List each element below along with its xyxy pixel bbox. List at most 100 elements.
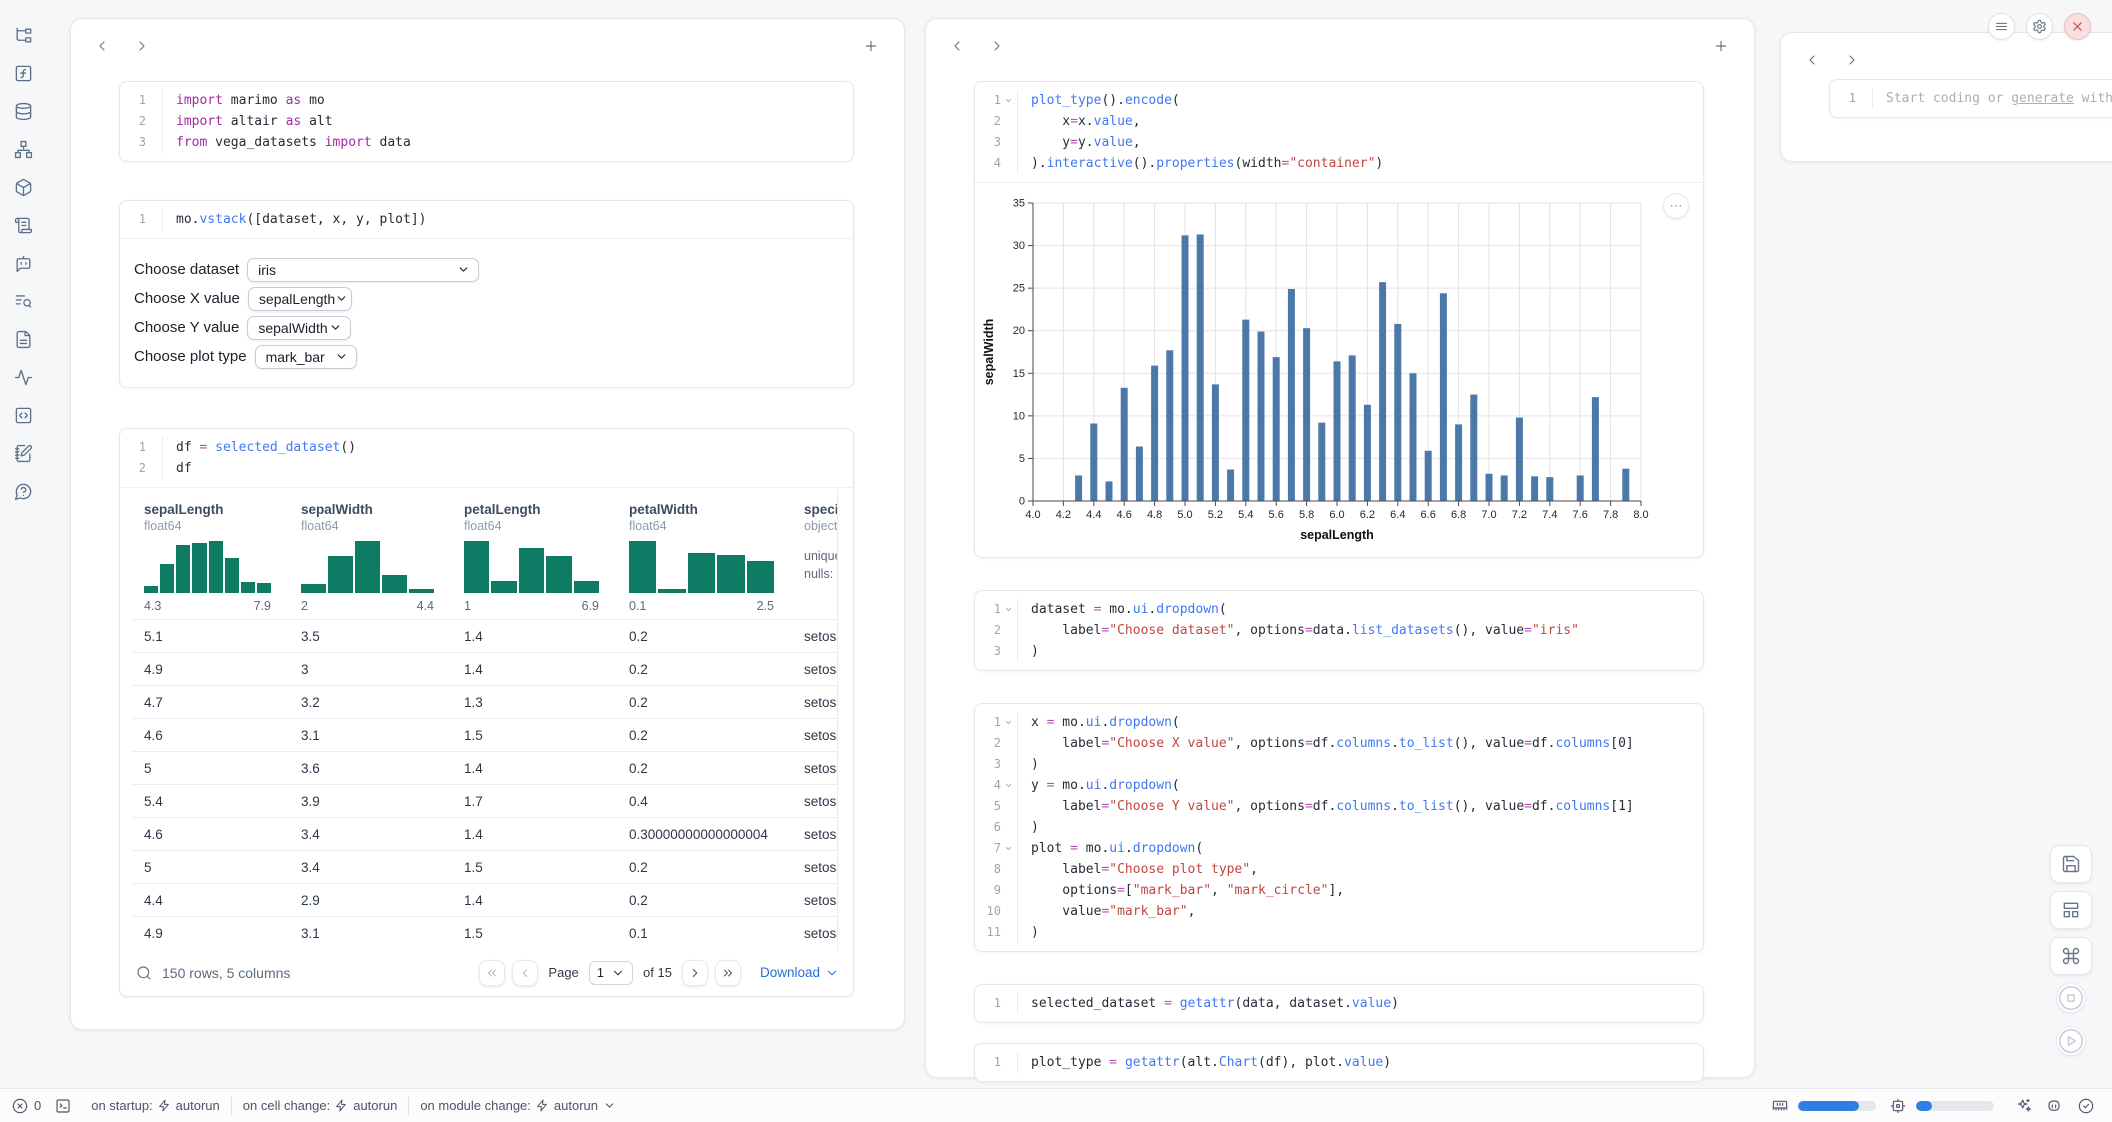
previous-page-button[interactable]: [512, 960, 538, 986]
runtime-config-item[interactable]: on startup:autorun: [91, 1098, 220, 1113]
column-histogram[interactable]: [301, 541, 434, 593]
download-button[interactable]: Download: [760, 965, 839, 980]
column-header[interactable]: petalLengthfloat6416.9: [452, 490, 617, 620]
code-line[interactable]: 2 label="Choose X value", options=df.col…: [975, 733, 1703, 754]
code-line[interactable]: 3 y=y.value,: [975, 132, 1703, 153]
code-line[interactable]: 8 label="Choose plot type",: [975, 859, 1703, 880]
sidebar-item-functions[interactable]: [8, 58, 38, 88]
code-line[interactable]: 7plot = mo.ui.dropdown(: [975, 838, 1703, 859]
first-page-button[interactable]: [479, 960, 505, 986]
table-scroll-area[interactable]: sepalLengthfloat644.37.9sepalWidthfloat6…: [132, 490, 838, 950]
add-cell-button[interactable]: [858, 33, 884, 59]
sidebar-item-packages[interactable]: [8, 172, 38, 202]
code-editor[interactable]: 1plot_type = getattr(alt.Chart(df), plot…: [975, 1044, 1703, 1081]
last-page-button[interactable]: [715, 960, 741, 986]
keyboard-shortcuts-button[interactable]: [2050, 937, 2092, 975]
column-histogram[interactable]: [464, 541, 599, 593]
code-line[interactable]: 1 Start coding or generate with AI: [1830, 88, 2112, 109]
search-icon[interactable]: [136, 965, 152, 981]
cell-dataframe[interactable]: 1df = selected_dataset()2df sepalLengthf…: [119, 428, 854, 997]
generate-link[interactable]: generate: [2011, 91, 2074, 106]
dropdown-select[interactable]: sepalWidth: [247, 316, 351, 340]
code-line[interactable]: 1mo.vstack([dataset, x, y, plot]): [120, 209, 853, 230]
table-row[interactable]: 53.61.40.2setosa: [132, 752, 838, 785]
sidebar-item-help[interactable]: [8, 476, 38, 506]
fold-chevron-icon[interactable]: [1001, 90, 1016, 111]
column-scroll-left-button[interactable]: [1799, 47, 1825, 73]
column-header[interactable]: sepalWidthfloat6424.4: [289, 490, 452, 620]
chart-menu-button[interactable]: [1663, 193, 1689, 219]
column-histogram[interactable]: [629, 541, 774, 593]
cell-selected-dataset[interactable]: 1selected_dataset = getattr(data, datase…: [974, 984, 1704, 1023]
table-row[interactable]: 4.63.11.50.2setosa: [132, 719, 838, 752]
check-circle-icon[interactable]: [2078, 1098, 2094, 1114]
sidebar-item-datasources[interactable]: [8, 96, 38, 126]
page-select[interactable]: 1: [589, 961, 633, 985]
dropdown-select[interactable]: iris: [247, 258, 479, 282]
column-scroll-right-button[interactable]: [984, 33, 1010, 59]
column-scroll-right-button[interactable]: [129, 33, 155, 59]
code-editor[interactable]: 1x = mo.ui.dropdown(2 label="Choose X va…: [975, 704, 1703, 951]
code-line[interactable]: 11): [975, 922, 1703, 943]
code-line[interactable]: 2import altair as alt: [120, 111, 853, 132]
add-cell-button[interactable]: [1708, 33, 1734, 59]
copilot-icon[interactable]: [2046, 1098, 2062, 1114]
table-row[interactable]: 4.42.91.40.2setosa: [132, 884, 838, 917]
fold-chevron-icon[interactable]: [1001, 838, 1016, 859]
table-row[interactable]: 4.93.11.50.1setosa: [132, 917, 838, 950]
code-editor[interactable]: 1import marimo as mo2import altair as al…: [120, 82, 853, 161]
runtime-config-item[interactable]: on module change:autorun: [420, 1098, 616, 1113]
column-header[interactable]: petalWidthfloat640.12.5: [617, 490, 792, 620]
cell-dataset-dropdown[interactable]: 1dataset = mo.ui.dropdown(2 label="Choos…: [974, 590, 1704, 671]
code-line[interactable]: 5 label="Choose Y value", options=df.col…: [975, 796, 1703, 817]
code-line[interactable]: 1df = selected_dataset(): [120, 437, 853, 458]
code-line[interactable]: 1plot_type().encode(: [975, 90, 1703, 111]
dropdown-select[interactable]: mark_bar: [255, 345, 357, 369]
sidebar-item-scratchpad[interactable]: [8, 210, 38, 240]
code-line[interactable]: 4y = mo.ui.dropdown(: [975, 775, 1703, 796]
sidebar-item-dependencies[interactable]: [8, 134, 38, 164]
sidebar-item-file-tree[interactable]: [8, 20, 38, 50]
code-line[interactable]: 3): [975, 641, 1703, 662]
cell-plot-type[interactable]: 1plot_type = getattr(alt.Chart(df), plot…: [974, 1043, 1704, 1082]
code-line[interactable]: 1x = mo.ui.dropdown(: [975, 712, 1703, 733]
cell-xy-plot-dropdowns[interactable]: 1x = mo.ui.dropdown(2 label="Choose X va…: [974, 703, 1704, 952]
column-header[interactable]: speciesobjectunique:nulls:: [792, 490, 838, 620]
code-line[interactable]: 1import marimo as mo: [120, 90, 853, 111]
code-line[interactable]: 2df: [120, 458, 853, 479]
code-line[interactable]: 1selected_dataset = getattr(data, datase…: [975, 993, 1703, 1014]
column-scroll-left-button[interactable]: [89, 33, 115, 59]
table-row[interactable]: 5.13.51.40.2setosa: [132, 620, 838, 653]
code-line[interactable]: 3): [975, 754, 1703, 775]
sidebar-item-chat[interactable]: [8, 248, 38, 278]
sidebar-item-notebook[interactable]: [8, 438, 38, 468]
code-line[interactable]: 9 options=["mark_bar", "mark_circle"],: [975, 880, 1703, 901]
code-line[interactable]: 10 value="mark_bar",: [975, 901, 1703, 922]
code-editor[interactable]: 1selected_dataset = getattr(data, datase…: [975, 985, 1703, 1022]
layout-button[interactable]: [2050, 891, 2092, 929]
code-line[interactable]: 3from vega_datasets import data: [120, 132, 853, 153]
fold-chevron-icon[interactable]: [1001, 599, 1016, 620]
table-row[interactable]: 4.931.40.2setosa: [132, 653, 838, 686]
table-row[interactable]: 4.63.41.40.30000000000000004setosa: [132, 818, 838, 851]
sidebar-item-tracing[interactable]: [8, 362, 38, 392]
code-line[interactable]: 6): [975, 817, 1703, 838]
code-line[interactable]: 4).interactive().properties(width="conta…: [975, 153, 1703, 174]
stop-button[interactable]: [2056, 983, 2086, 1013]
sidebar-item-documentation[interactable]: [8, 324, 38, 354]
notebook-menu-button[interactable]: [1988, 13, 2015, 40]
table-row[interactable]: 5.43.91.70.4setosa: [132, 785, 838, 818]
close-button[interactable]: [2064, 13, 2091, 40]
table-row[interactable]: 4.73.21.30.2setosa: [132, 686, 838, 719]
next-page-button[interactable]: [682, 960, 708, 986]
save-button[interactable]: [2050, 845, 2092, 883]
runtime-config-item[interactable]: on cell change:autorun: [243, 1098, 398, 1113]
column-scroll-right-button[interactable]: [1839, 47, 1865, 73]
ram-usage-bar[interactable]: [1798, 1101, 1876, 1111]
code-editor[interactable]: 1df = selected_dataset()2df: [120, 429, 853, 487]
dropdown-select[interactable]: sepalLength: [248, 287, 352, 311]
code-line[interactable]: 2 label="Choose dataset", options=data.l…: [975, 620, 1703, 641]
code-line[interactable]: 1plot_type = getattr(alt.Chart(df), plot…: [975, 1052, 1703, 1073]
code-editor[interactable]: 1mo.vstack([dataset, x, y, plot]): [120, 201, 853, 238]
settings-button[interactable]: [2026, 13, 2053, 40]
